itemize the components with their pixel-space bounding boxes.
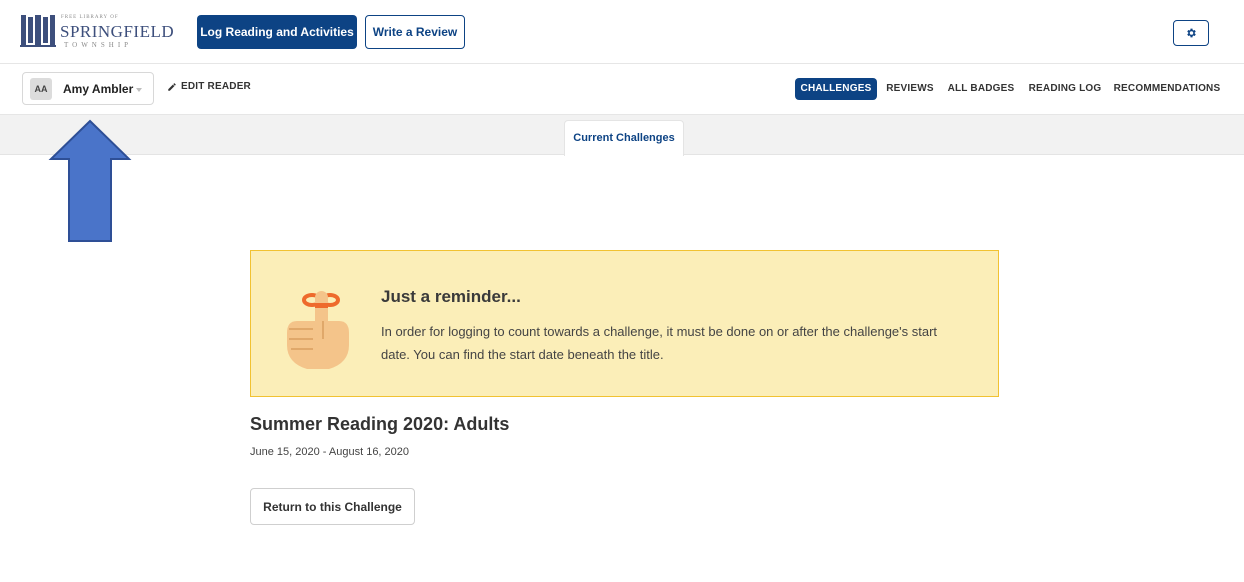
settings-button[interactable] xyxy=(1173,20,1209,46)
reminder-title: Just a reminder... xyxy=(381,287,521,306)
logo-name: SPRINGFIELD xyxy=(60,22,175,41)
logo-small-text: FREE LIBRARY OF xyxy=(61,15,119,20)
finger-ribbon-reminder-icon xyxy=(287,291,349,369)
tab-recommendations[interactable]: RECOMMENDATIONS xyxy=(1112,78,1222,100)
pencil-icon xyxy=(168,82,176,91)
reminder-body: In order for logging to count towards a … xyxy=(381,324,938,362)
challenge-tab-strip: Current Challenges xyxy=(0,115,1244,156)
return-to-challenge-button[interactable]: Return to this Challenge xyxy=(250,488,415,525)
reminder-box: Just a reminder... In order for logging … xyxy=(250,250,999,397)
tab-current-challenges[interactable]: Current Challenges xyxy=(564,120,684,156)
challenge-dates: June 15, 2020 - August 16, 2020 xyxy=(250,446,410,458)
avatar: AA xyxy=(30,78,52,100)
reader-nav-bar: AA Amy Ambler EDIT READER CHALLENGES REV… xyxy=(0,64,1244,115)
chevron-down-icon xyxy=(136,88,142,92)
gear-icon xyxy=(1187,28,1196,38)
up-arrow-annotation-icon xyxy=(48,119,132,242)
tab-reviews[interactable]: REVIEWS xyxy=(884,78,936,100)
edit-reader-label: EDIT READER xyxy=(181,81,251,92)
tab-all-badges[interactable]: ALL BADGES xyxy=(946,78,1016,100)
write-review-button[interactable]: Write a Review xyxy=(365,15,465,49)
library-logo-mark-icon xyxy=(20,14,56,47)
challenge-title: Summer Reading 2020: Adults xyxy=(250,414,510,434)
tab-reading-log[interactable]: READING LOG xyxy=(1026,78,1104,100)
library-logo[interactable]: FREE LIBRARY OF SPRINGFIELD TOWNSHIP xyxy=(20,12,174,52)
logo-sub-text: TOWNSHIP xyxy=(64,41,133,49)
reader-name: Amy Ambler xyxy=(63,82,134,96)
reader-select-dropdown[interactable]: AA Amy Ambler xyxy=(22,72,154,105)
log-reading-button[interactable]: Log Reading and Activities xyxy=(197,15,357,49)
tab-challenges[interactable]: CHALLENGES xyxy=(795,78,877,100)
top-header: FREE LIBRARY OF SPRINGFIELD TOWNSHIP Log… xyxy=(0,0,1244,64)
edit-reader-button[interactable]: EDIT READER xyxy=(167,81,251,92)
